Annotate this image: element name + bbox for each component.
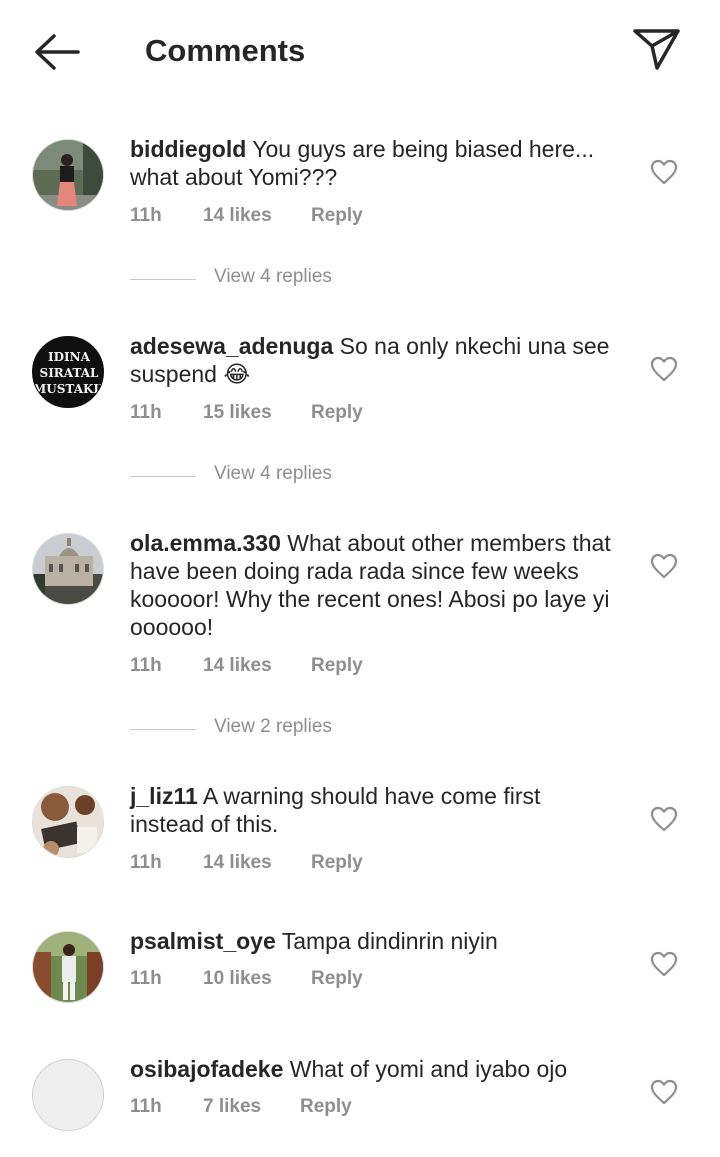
heart-icon — [650, 806, 678, 832]
profile-photo — [33, 534, 103, 604]
comment-username[interactable]: osibajofadeke — [130, 1056, 283, 1082]
view-replies-button[interactable]: View 4 replies — [130, 463, 430, 491]
heart-icon — [650, 553, 678, 579]
avatar-text: IDINA SIRATAL MUSTAKIM — [33, 350, 103, 396]
avatar[interactable] — [32, 533, 104, 605]
comment-username[interactable]: adesewa_adenuga — [130, 333, 333, 359]
view-replies-label: View 4 replies — [214, 463, 332, 484]
avatar[interactable]: IDINA SIRATAL MUSTAKIM — [32, 336, 104, 408]
view-replies-button[interactable]: View 4 replies — [130, 266, 430, 294]
avatar[interactable] — [32, 139, 104, 211]
comment-time: 11h — [130, 205, 162, 226]
like-button[interactable] — [650, 1079, 678, 1105]
comment-time: 11h — [130, 402, 162, 423]
like-button[interactable] — [650, 159, 678, 185]
back-button[interactable] — [30, 30, 82, 74]
page-title: Comments — [145, 33, 306, 68]
comment-text: biddiegold You guys are being biased her… — [130, 135, 620, 191]
default-avatar-icon — [33, 1060, 103, 1130]
profile-photo — [33, 140, 103, 210]
comment-likes[interactable]: 14 likes — [203, 205, 272, 227]
comment-time: 11h — [130, 968, 162, 989]
view-replies-label: View 2 replies — [214, 716, 332, 737]
comment-time: 11h — [130, 852, 162, 873]
view-replies-label: View 4 replies — [214, 266, 332, 287]
like-button[interactable] — [650, 356, 678, 382]
profile-photo — [33, 787, 103, 857]
heart-icon — [650, 951, 678, 977]
reply-button[interactable]: Reply — [300, 1096, 352, 1118]
comment-username[interactable]: j_liz11 — [130, 783, 198, 809]
comment-text: adesewa_adenuga So na only nkechi una se… — [130, 332, 620, 388]
profile-photo — [33, 932, 103, 1002]
laughing-emoji-icon: 😂 — [223, 361, 251, 387]
reply-button[interactable]: Reply — [311, 852, 363, 874]
comment-text: psalmist_oye Tampa dindinrin niyin — [130, 927, 620, 955]
comment-time: 11h — [130, 655, 162, 676]
comment-message: What of yomi and iyabo ojo — [289, 1056, 568, 1082]
avatar[interactable] — [32, 931, 104, 1003]
avatar[interactable] — [32, 1059, 104, 1131]
header-bar: Comments — [0, 0, 720, 100]
reply-button[interactable]: Reply — [311, 968, 363, 990]
replies-divider — [130, 729, 196, 730]
comment-text: ola.emma.330 What about other members th… — [130, 529, 620, 641]
replies-divider — [130, 476, 196, 477]
comment-time: 11h — [130, 1096, 162, 1117]
reply-button[interactable]: Reply — [311, 655, 363, 677]
view-replies-button[interactable]: View 2 replies — [130, 716, 430, 744]
like-button[interactable] — [650, 553, 678, 579]
replies-divider — [130, 279, 196, 280]
heart-icon — [650, 159, 678, 185]
heart-icon — [650, 356, 678, 382]
avatar[interactable] — [32, 786, 104, 858]
comment-likes[interactable]: 7 likes — [203, 1096, 261, 1118]
comment-likes[interactable]: 14 likes — [203, 852, 272, 874]
comment-likes[interactable]: 15 likes — [203, 402, 272, 424]
share-button[interactable] — [630, 26, 682, 72]
comment-likes[interactable]: 14 likes — [203, 655, 272, 677]
comment-username[interactable]: biddiegold — [130, 136, 246, 162]
arrow-left-icon — [35, 34, 80, 70]
heart-icon — [650, 1079, 678, 1105]
comment-username[interactable]: psalmist_oye — [130, 928, 276, 954]
comment-username[interactable]: ola.emma.330 — [130, 530, 281, 556]
comment-text: j_liz11 A warning should have come first… — [130, 782, 620, 838]
like-button[interactable] — [650, 951, 678, 977]
reply-button[interactable]: Reply — [311, 402, 363, 424]
paper-plane-icon — [633, 29, 680, 70]
comment-text: osibajofadeke What of yomi and iyabo ojo — [130, 1055, 620, 1083]
comment-message: Tampa dindinrin niyin — [281, 928, 498, 954]
reply-button[interactable]: Reply — [311, 205, 363, 227]
like-button[interactable] — [650, 806, 678, 832]
comment-likes[interactable]: 10 likes — [203, 968, 272, 990]
